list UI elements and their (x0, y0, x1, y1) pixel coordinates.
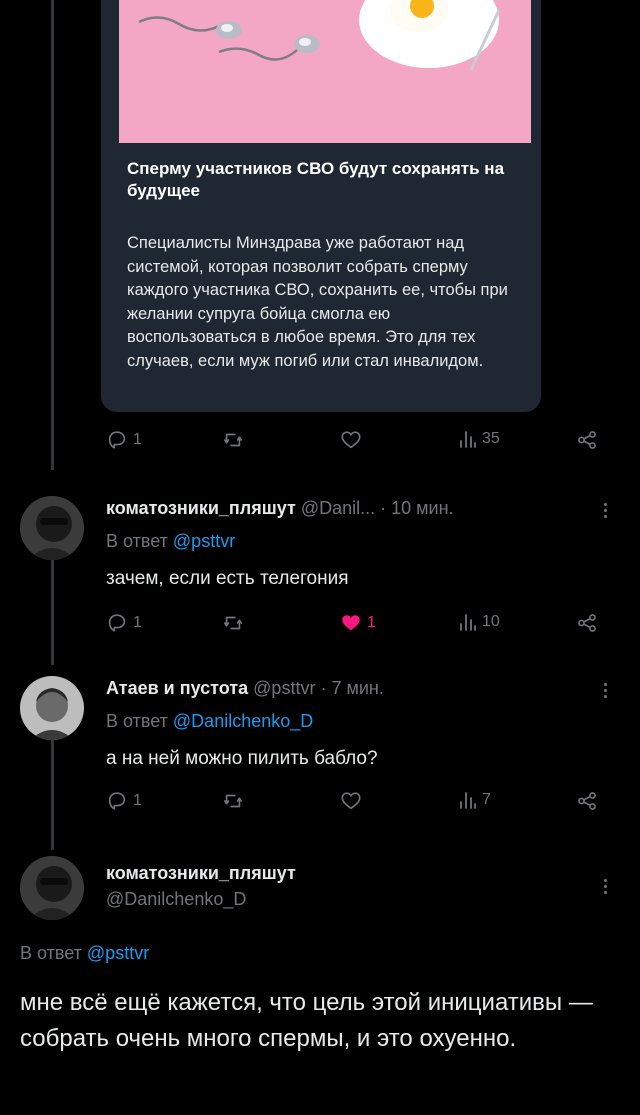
reply-icon (108, 431, 126, 449)
more-icon[interactable] (600, 876, 610, 897)
repost-icon (223, 616, 243, 630)
author-name[interactable]: коматозники_пляшут (106, 498, 296, 518)
reply-button[interactable]: 1 (106, 612, 142, 634)
heart-filled-icon (342, 615, 360, 631)
views-button[interactable]: 7 (459, 790, 491, 810)
author-handle[interactable]: @psttvr (253, 678, 315, 698)
reply-to-link[interactable]: @psttvr (173, 531, 235, 551)
avatar[interactable] (20, 856, 84, 920)
reply1-header: коматозники_пляшут @Danil... · 10 мин. (106, 498, 454, 519)
article-image (119, 0, 531, 143)
more-icon[interactable] (600, 680, 610, 701)
reply-context: В ответ @psttvr (106, 531, 235, 552)
article-body: Специалисты Минздрава уже работают над с… (127, 234, 508, 370)
reply-prefix: В ответ (106, 711, 168, 731)
share-icon (578, 431, 596, 449)
thread-line (51, 0, 54, 470)
reply-prefix: В ответ (106, 531, 168, 551)
views-icon (460, 614, 476, 631)
heart-icon (341, 431, 361, 449)
views-count: 35 (482, 430, 500, 447)
article-title: Сперму участников СВО будут сохранять на… (127, 159, 505, 200)
avatar[interactable] (20, 496, 84, 560)
like-button[interactable] (340, 429, 362, 451)
more-icon[interactable] (600, 500, 610, 521)
author-handle[interactable]: @Danil... (301, 498, 375, 518)
repost-button[interactable] (222, 790, 244, 812)
share-button[interactable] (576, 429, 598, 451)
main-post-text: мне всё ещё кажется, что цель этой иници… (20, 989, 593, 1052)
share-button[interactable] (576, 612, 598, 634)
like-count: 1 (367, 614, 376, 631)
share-icon (578, 614, 596, 632)
views-button[interactable]: 10 (459, 612, 500, 632)
reply-icon (108, 792, 126, 810)
repost-icon (223, 794, 243, 808)
post-actions: 1 35 (0, 429, 640, 459)
reply-context: В ответ @Danilchenko_D (106, 711, 313, 732)
like-button[interactable] (340, 790, 362, 812)
author-name[interactable]: коматозники_пляшут (106, 863, 296, 884)
reply-count: 1 (133, 792, 142, 809)
reply2-text: а на ней можно пилить бабло? (106, 748, 378, 769)
reply-icon (108, 614, 126, 632)
views-icon (460, 792, 476, 809)
reply2-header: Атаев и пустота @psttvr · 7 мин. (106, 678, 384, 699)
like-button[interactable]: 1 (340, 612, 376, 634)
share-button[interactable] (576, 790, 598, 812)
reply2-actions: 1 7 (0, 790, 640, 820)
reply-button[interactable]: 1 (106, 790, 142, 812)
reply-count: 1 (133, 431, 142, 448)
reply1-text: зачем, если есть телегония (106, 568, 349, 589)
post-time[interactable]: · 10 мин. (380, 498, 453, 518)
repost-button[interactable] (222, 612, 244, 634)
views-count: 10 (482, 613, 500, 630)
reply-count: 1 (133, 614, 142, 631)
reply-context: В ответ @psttvr (20, 943, 149, 964)
quoted-article-card[interactable]: Сперму участников СВО будут сохранять на… (101, 0, 541, 412)
author-handle[interactable]: @Danilchenko_D (106, 889, 246, 910)
reply1-actions: 1 1 10 (0, 612, 640, 642)
share-icon (578, 792, 596, 810)
views-count: 7 (482, 791, 491, 808)
repost-button[interactable] (222, 429, 244, 451)
views-button[interactable]: 35 (459, 429, 500, 449)
heart-icon (341, 792, 361, 810)
views-icon (460, 431, 476, 448)
avatar[interactable] (20, 676, 84, 740)
reply-to-link[interactable]: @Danilchenko_D (173, 711, 313, 731)
post-time[interactable]: · 7 мин. (320, 678, 383, 698)
reply-to-link[interactable]: @psttvr (87, 943, 149, 963)
author-name[interactable]: Атаев и пустота (106, 678, 248, 698)
repost-icon (223, 433, 243, 447)
reply-prefix: В ответ (20, 943, 82, 963)
reply-button[interactable]: 1 (106, 429, 142, 451)
